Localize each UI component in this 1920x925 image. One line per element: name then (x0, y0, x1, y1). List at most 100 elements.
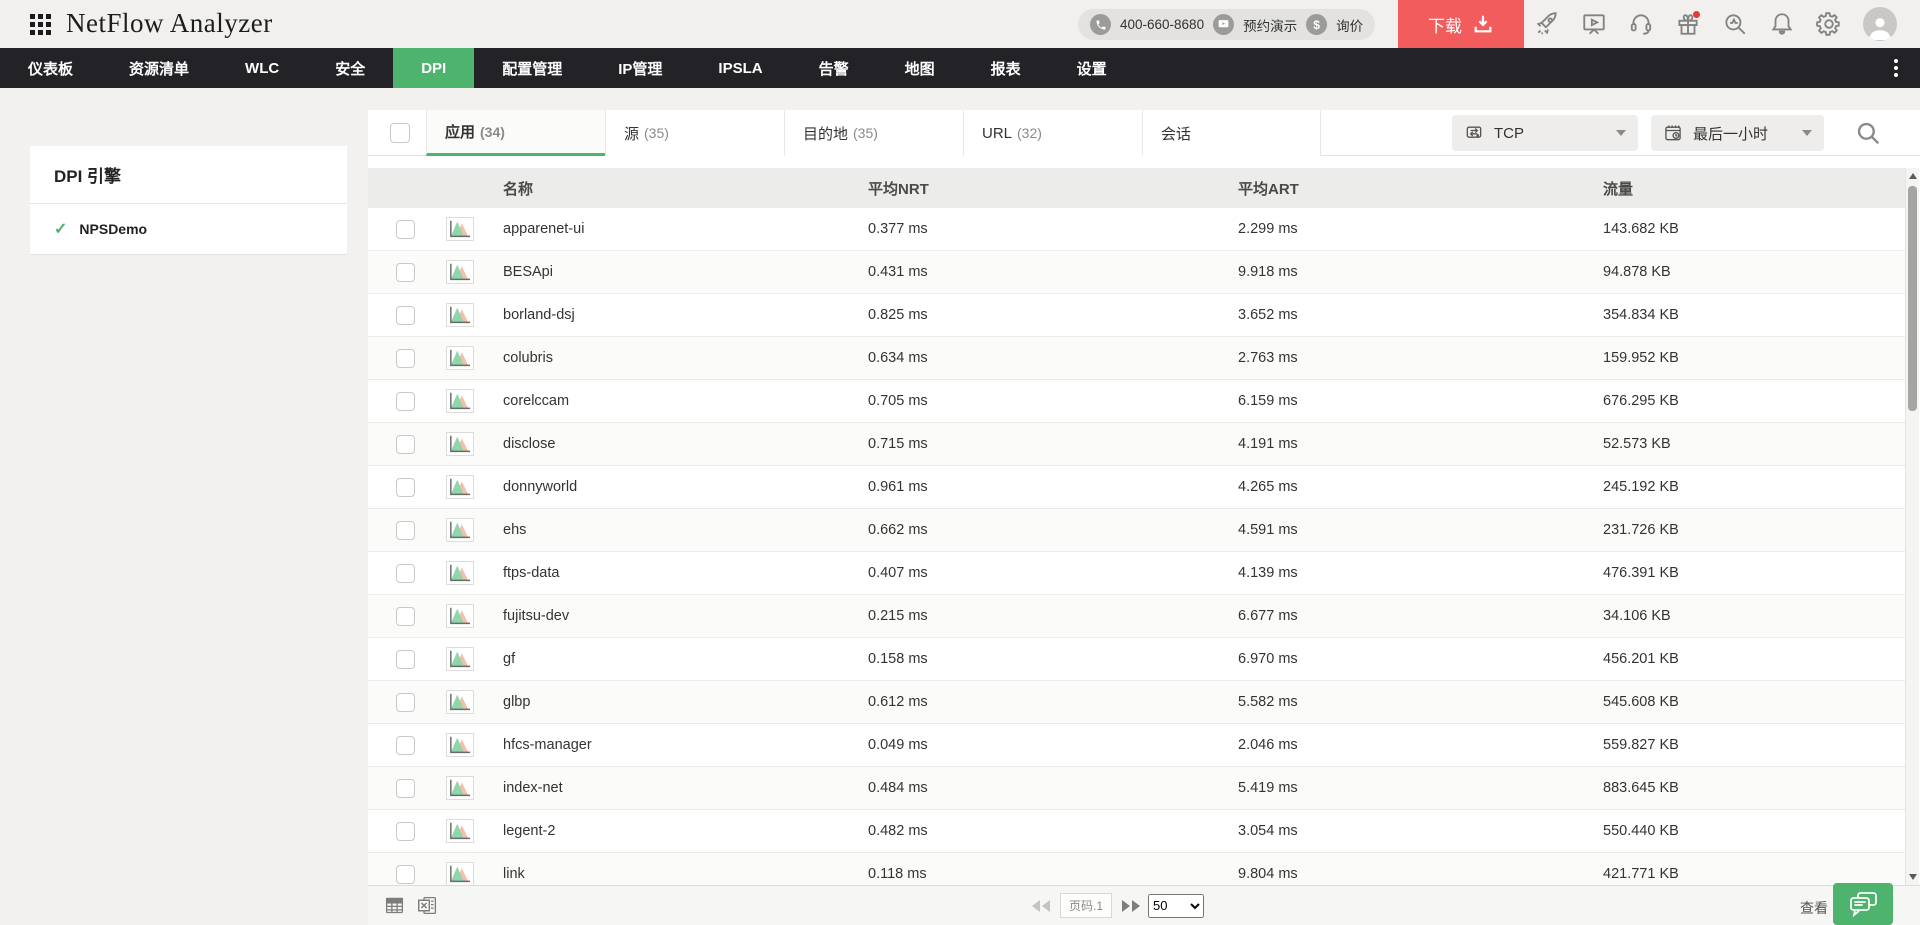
nav-item[interactable]: DPI (393, 48, 475, 88)
table-row[interactable]: link 0.118 ms 9.804 ms 421.771 KB (368, 853, 1905, 885)
row-checkbox[interactable] (396, 219, 415, 239)
training-presentation-icon[interactable] (1581, 11, 1607, 37)
global-search-icon[interactable] (1722, 11, 1748, 37)
row-checkbox[interactable] (396, 692, 415, 712)
time-range-dropdown[interactable]: 最后一小时 (1651, 115, 1824, 151)
whats-new-rocket-icon[interactable] (1534, 11, 1560, 37)
table-row[interactable]: disclose 0.715 ms 4.191 ms 52.573 KB (368, 423, 1905, 466)
table-row[interactable]: gf 0.158 ms 6.970 ms 456.201 KB (368, 638, 1905, 681)
tab[interactable]: 目的地 (35) (784, 110, 963, 156)
scroll-down-icon[interactable] (1909, 874, 1917, 880)
app-name[interactable]: gf (495, 651, 860, 667)
row-checkbox[interactable] (396, 305, 415, 325)
support-headset-icon[interactable] (1628, 11, 1654, 37)
app-name[interactable]: legent-2 (495, 823, 860, 839)
app-name[interactable]: apparenet-ui (495, 221, 860, 237)
book-demo-link[interactable]: 预约演示 (1243, 15, 1297, 35)
table-row[interactable]: BESApi 0.431 ms 9.918 ms 94.878 KB (368, 251, 1905, 294)
table-row[interactable]: glbp 0.612 ms 5.582 ms 545.608 KB (368, 681, 1905, 724)
row-checkbox[interactable] (396, 778, 415, 798)
get-quote-link[interactable]: 询价 (1336, 15, 1363, 35)
row-checkbox[interactable] (396, 735, 415, 755)
app-name[interactable]: colubris (495, 350, 860, 366)
offers-gift-icon[interactable] (1675, 11, 1701, 37)
mini-chart-icon[interactable] (446, 862, 474, 885)
mini-chart-icon[interactable] (446, 346, 474, 370)
table-scrollbar[interactable] (1905, 168, 1919, 885)
mini-chart-icon[interactable] (446, 647, 474, 671)
app-name[interactable]: BESApi (495, 264, 860, 280)
app-name[interactable]: ftps-data (495, 565, 860, 581)
nav-item[interactable]: 配置管理 (474, 48, 590, 88)
tab[interactable]: 应用 (34) (426, 110, 605, 156)
sidebar-item-npsdemo[interactable]: ✓ NPSDemo (30, 204, 347, 254)
settings-gear-icon[interactable] (1816, 11, 1842, 37)
nav-item[interactable]: IPSLA (690, 48, 790, 88)
mini-chart-icon[interactable] (446, 260, 474, 284)
row-checkbox[interactable] (396, 391, 415, 411)
app-name[interactable]: hfcs-manager (495, 737, 860, 753)
table-row[interactable]: apparenet-ui 0.377 ms 2.299 ms 143.682 K… (368, 208, 1905, 251)
mini-chart-icon[interactable] (446, 518, 474, 542)
app-name[interactable]: glbp (495, 694, 860, 710)
table-row[interactable]: colubris 0.634 ms 2.763 ms 159.952 KB (368, 337, 1905, 380)
tab[interactable]: 会话 (1142, 110, 1321, 156)
column-avg-art[interactable]: 平均ART (1230, 178, 1595, 199)
user-avatar[interactable] (1863, 7, 1897, 41)
row-checkbox[interactable] (396, 864, 415, 884)
app-name[interactable]: link (495, 866, 860, 882)
nav-item[interactable]: WLC (217, 48, 307, 88)
table-row[interactable]: index-net 0.484 ms 5.419 ms 883.645 KB (368, 767, 1905, 810)
row-checkbox[interactable] (396, 262, 415, 282)
next-page-icon[interactable] (1120, 899, 1141, 912)
app-name[interactable]: ehs (495, 522, 860, 538)
table-search-icon[interactable] (1855, 120, 1883, 148)
row-checkbox[interactable] (396, 649, 415, 669)
mini-chart-icon[interactable] (446, 776, 474, 800)
nav-item[interactable]: 告警 (791, 48, 877, 88)
scroll-up-icon[interactable] (1909, 173, 1917, 179)
nav-item[interactable]: 安全 (307, 48, 393, 88)
mini-chart-icon[interactable] (446, 389, 474, 413)
table-row[interactable]: ehs 0.662 ms 4.591 ms 231.726 KB (368, 509, 1905, 552)
app-name[interactable]: corelccam (495, 393, 860, 409)
table-row[interactable]: legent-2 0.482 ms 3.054 ms 550.440 KB (368, 810, 1905, 853)
table-row[interactable]: corelccam 0.705 ms 6.159 ms 676.295 KB (368, 380, 1905, 423)
export-table-icon[interactable] (384, 895, 405, 916)
table-row[interactable]: donnyworld 0.961 ms 4.265 ms 245.192 KB (368, 466, 1905, 509)
mini-chart-icon[interactable] (446, 733, 474, 757)
nav-item[interactable]: IP管理 (590, 48, 690, 88)
nav-item[interactable]: 资源清单 (101, 48, 217, 88)
mini-chart-icon[interactable] (446, 690, 474, 714)
scrollbar-thumb[interactable] (1908, 186, 1917, 411)
row-checkbox[interactable] (396, 520, 415, 540)
apps-grid-icon[interactable] (30, 14, 52, 36)
app-name[interactable]: donnyworld (495, 479, 860, 495)
nav-item[interactable]: 报表 (963, 48, 1049, 88)
protocol-dropdown[interactable]: TCP (1452, 115, 1638, 151)
row-checkbox[interactable] (396, 606, 415, 626)
mini-chart-icon[interactable] (446, 475, 474, 499)
table-row[interactable]: borland-dsj 0.825 ms 3.652 ms 354.834 KB (368, 294, 1905, 337)
alarm-bell-icon[interactable] (1769, 11, 1795, 37)
previous-page-icon[interactable] (1032, 899, 1052, 912)
tab[interactable]: URL (32) (963, 110, 1142, 156)
row-checkbox[interactable] (396, 563, 415, 583)
mini-chart-icon[interactable] (446, 303, 474, 327)
mini-chart-icon[interactable] (446, 432, 474, 456)
nav-overflow-menu-icon[interactable] (1886, 48, 1906, 88)
row-checkbox[interactable] (396, 348, 415, 368)
table-row[interactable]: ftps-data 0.407 ms 4.139 ms 476.391 KB (368, 552, 1905, 595)
tab[interactable]: 源 (35) (605, 110, 784, 156)
export-excel-icon[interactable] (417, 895, 438, 916)
nav-item[interactable]: 设置 (1049, 48, 1135, 88)
table-row[interactable]: hfcs-manager 0.049 ms 2.046 ms 559.827 K… (368, 724, 1905, 767)
row-checkbox[interactable] (396, 821, 415, 841)
app-name[interactable]: index-net (495, 780, 860, 796)
column-name[interactable]: 名称 (495, 178, 860, 199)
table-row[interactable]: fujitsu-dev 0.215 ms 6.677 ms 34.106 KB (368, 595, 1905, 638)
app-name[interactable]: fujitsu-dev (495, 608, 860, 624)
app-name[interactable]: borland-dsj (495, 307, 860, 323)
row-checkbox[interactable] (396, 434, 415, 454)
support-phone[interactable]: 400-660-8680 (1120, 17, 1204, 32)
